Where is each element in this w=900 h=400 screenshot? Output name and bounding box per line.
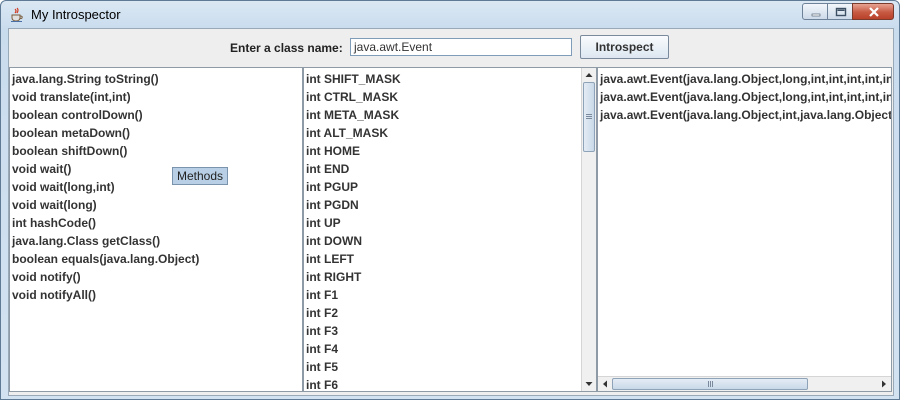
client-area: Enter a class name: java.awt.Event Intro… [8,28,894,396]
close-icon [869,7,879,17]
scroll-left-button[interactable] [598,377,612,391]
method-item[interactable]: int hashCode() [12,214,199,232]
fields-vertical-scrollbar[interactable] [581,68,596,391]
methods-tooltip: Methods [172,167,229,185]
constructor-item[interactable]: java.awt.Event(java.lang.Object,long,int… [600,70,891,88]
methods-list: java.lang.String toString() void translat… [12,70,199,304]
field-item[interactable]: int F3 [306,322,401,340]
method-item[interactable]: boolean shiftDown() [12,142,199,160]
minimize-button[interactable] [802,3,828,20]
field-item[interactable]: int PGUP [306,178,401,196]
scroll-up-button[interactable] [582,68,596,82]
methods-panel[interactable]: java.lang.String toString() void translat… [9,67,303,392]
constructors-horizontal-scrollbar[interactable] [598,376,891,391]
field-item[interactable]: int CTRL_MASK [306,88,401,106]
method-item[interactable]: boolean equals(java.lang.Object) [12,250,199,268]
constructor-item[interactable]: java.awt.Event(java.lang.Object,long,int… [600,88,891,106]
method-item[interactable]: void wait(long) [12,196,199,214]
grip-line [712,381,713,387]
minimize-icon [811,13,821,17]
class-toolbar: Enter a class name: java.awt.Event Intro… [9,29,893,67]
window-title: My Introspector [31,7,121,22]
constructor-item[interactable]: java.awt.Event(java.lang.Object,int,java… [600,106,891,124]
maximize-icon [835,7,847,17]
title-bar[interactable]: My Introspector [1,1,899,29]
method-item[interactable]: boolean metaDown() [12,124,199,142]
method-item[interactable]: java.lang.Class getClass() [12,232,199,250]
field-item[interactable]: int RIGHT [306,268,401,286]
introspector-window: My Introspector Enter a class name: java… [0,0,900,400]
arrow-up-icon [585,73,593,77]
class-name-label: Enter a class name: [230,41,343,55]
arrow-down-icon [585,382,593,386]
arrow-right-icon [882,380,886,388]
field-item[interactable]: int DOWN [306,232,401,250]
constructors-list: java.awt.Event(java.lang.Object,long,int… [600,70,891,124]
field-item[interactable]: int META_MASK [306,106,401,124]
method-item[interactable]: void translate(int,int) [12,88,199,106]
method-item[interactable]: boolean controlDown() [12,106,199,124]
java-cup-icon [11,7,23,22]
grip-line [586,114,592,115]
method-item[interactable]: java.lang.String toString() [12,70,199,88]
field-item[interactable]: int F5 [306,358,401,376]
class-name-input[interactable]: java.awt.Event [350,38,572,56]
introspect-button[interactable]: Introspect [580,35,669,59]
field-item[interactable]: int SHIFT_MASK [306,70,401,88]
field-item[interactable]: int F1 [306,286,401,304]
field-item[interactable]: int F6 [306,376,401,391]
grip-line [586,118,592,119]
scroll-down-button[interactable] [582,377,596,391]
close-button[interactable] [852,3,894,20]
grip-line [586,116,592,117]
maximize-button[interactable] [827,3,853,20]
constructors-scroll-thumb[interactable] [612,378,808,390]
grip-line [708,381,709,387]
grip-line [710,381,711,387]
method-item[interactable]: void notify() [12,268,199,286]
method-item[interactable]: void notifyAll() [12,286,199,304]
field-item[interactable]: int ALT_MASK [306,124,401,142]
fields-panel[interactable]: int SHIFT_MASK int CTRL_MASK int META_MASK… [303,67,597,392]
field-item[interactable]: int F4 [306,340,401,358]
fields-list: int SHIFT_MASK int CTRL_MASK int META_MASK… [306,70,401,391]
scroll-right-button[interactable] [877,377,891,391]
field-item[interactable]: int END [306,160,401,178]
field-item[interactable]: int LEFT [306,250,401,268]
field-item[interactable]: int UP [306,214,401,232]
field-item[interactable]: int HOME [306,142,401,160]
field-item[interactable]: int PGDN [306,196,401,214]
arrow-left-icon [603,380,607,388]
constructors-panel[interactable]: java.awt.Event(java.lang.Object,long,int… [597,67,892,392]
fields-scroll-thumb[interactable] [583,82,595,152]
field-item[interactable]: int F2 [306,304,401,322]
